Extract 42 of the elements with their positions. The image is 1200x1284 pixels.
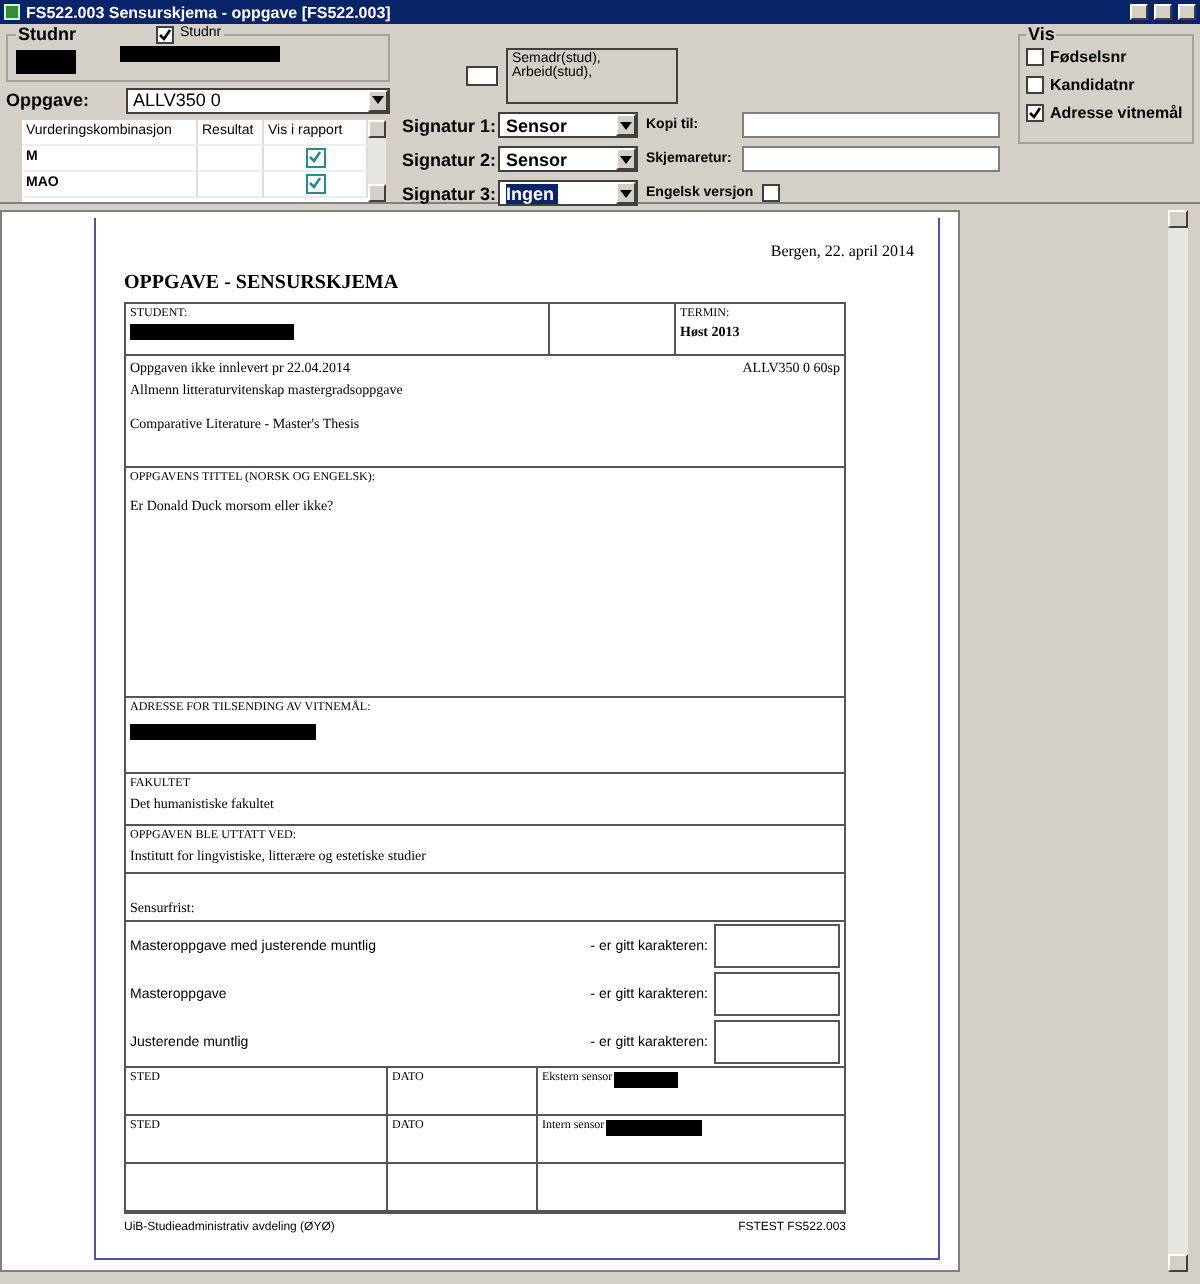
input-field[interactable] (742, 112, 1000, 138)
signature-label: Signatur 3: (402, 183, 490, 203)
checkbox-label: Kandidatnr (1050, 76, 1135, 94)
checkbox[interactable] (761, 184, 780, 202)
document-title: OPPGAVE - SENSURSKJEMA (124, 272, 401, 294)
dropdown-arrow-icon (372, 96, 384, 105)
check-icon (158, 27, 172, 41)
redaction-bar (614, 1072, 679, 1088)
signature-dropdown[interactable]: Sensor (498, 146, 638, 172)
check-icon (1028, 106, 1042, 120)
maximize-icon[interactable] (1154, 4, 1172, 20)
checkbox[interactable] (1026, 48, 1044, 66)
input-field[interactable] (742, 146, 1000, 172)
document-date: Bergen, 22. april 2014 (770, 242, 914, 260)
oppgave-label: Oppgave: (6, 90, 90, 111)
oppgave-dropdown[interactable]: ALLV350 0 (125, 87, 390, 114)
group-label: Studnr (18, 24, 76, 44)
checkbox[interactable] (305, 147, 325, 168)
dropdown-arrow-icon (620, 155, 632, 163)
grade-box (714, 972, 840, 1016)
checkbox-label: Fødselsnr (1050, 48, 1127, 66)
signature-label: Signatur 2: (402, 149, 490, 169)
checkbox[interactable] (1026, 76, 1044, 94)
checkbox[interactable] (1026, 104, 1044, 122)
scrollbar[interactable] (368, 119, 386, 202)
signature-dropdown[interactable]: Sensor (498, 112, 638, 138)
checkbox[interactable] (305, 173, 325, 194)
close-icon[interactable] (1178, 4, 1196, 20)
scrollbar[interactable] (1168, 210, 1188, 1272)
address-button[interactable] (466, 66, 498, 86)
dropdown-arrow-icon (620, 189, 632, 197)
checkbox[interactable] (156, 25, 174, 43)
app-icon (4, 4, 20, 20)
signature-dropdown[interactable]: Ingen (498, 180, 638, 206)
redaction-bar (606, 1120, 703, 1136)
dropdown-arrow-icon (620, 121, 632, 129)
checkbox-label: Adresse vitnemål (1050, 104, 1183, 122)
minimize-icon[interactable] (1130, 4, 1148, 20)
signature-label: Signatur 1: (402, 115, 490, 135)
group-label: Vis (1026, 24, 1057, 44)
redaction-bar (16, 49, 76, 74)
window-title: FS522.003 Sensurskjema - oppgave [FS522.003] (26, 3, 393, 21)
